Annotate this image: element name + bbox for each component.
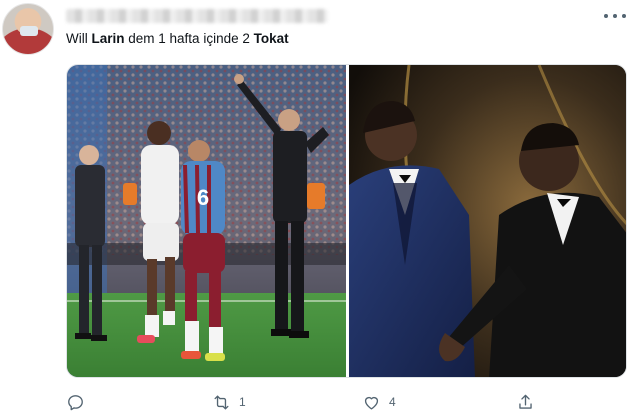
player-number-text: 6 bbox=[197, 185, 209, 210]
retweet-button[interactable]: 1 bbox=[212, 392, 246, 412]
football-scene-illustration: 6 bbox=[67, 65, 346, 377]
slap-scene-illustration bbox=[349, 65, 626, 377]
tweet-text-part: dem 1 hafta içinde 2 bbox=[124, 31, 254, 46]
blurred-username[interactable] bbox=[66, 9, 328, 23]
more-options-icon[interactable] bbox=[604, 11, 626, 21]
like-button[interactable]: 4 bbox=[362, 392, 396, 412]
tweet-card[interactable]: Will Larin dem 1 hafta içinde 2 Tokat 6 … bbox=[0, 0, 640, 415]
retweet-icon bbox=[214, 394, 229, 410]
share-icon bbox=[519, 394, 532, 409]
tweet-media[interactable]: 6 bbox=[66, 64, 627, 378]
tweet-text-part: Will bbox=[66, 31, 92, 46]
like-count: 4 bbox=[389, 395, 396, 409]
reply-icon bbox=[68, 394, 83, 410]
share-button[interactable] bbox=[516, 392, 535, 412]
tweet-text-bold-larin: Larin bbox=[91, 31, 125, 46]
media-photo-oscars-slap[interactable] bbox=[349, 65, 626, 377]
media-photo-football[interactable]: 6 bbox=[67, 65, 346, 377]
tweet-text-bold-tokat: Tokat bbox=[253, 31, 289, 46]
user-avatar[interactable] bbox=[2, 3, 54, 55]
tweet-actions-bar: 1 4 bbox=[66, 392, 566, 412]
heart-icon bbox=[364, 396, 379, 410]
retweet-count: 1 bbox=[239, 395, 246, 409]
reply-button[interactable] bbox=[66, 392, 85, 412]
tweet-text: Will Larin dem 1 hafta içinde 2 Tokat bbox=[66, 30, 289, 47]
face-mask-detail bbox=[20, 26, 38, 36]
